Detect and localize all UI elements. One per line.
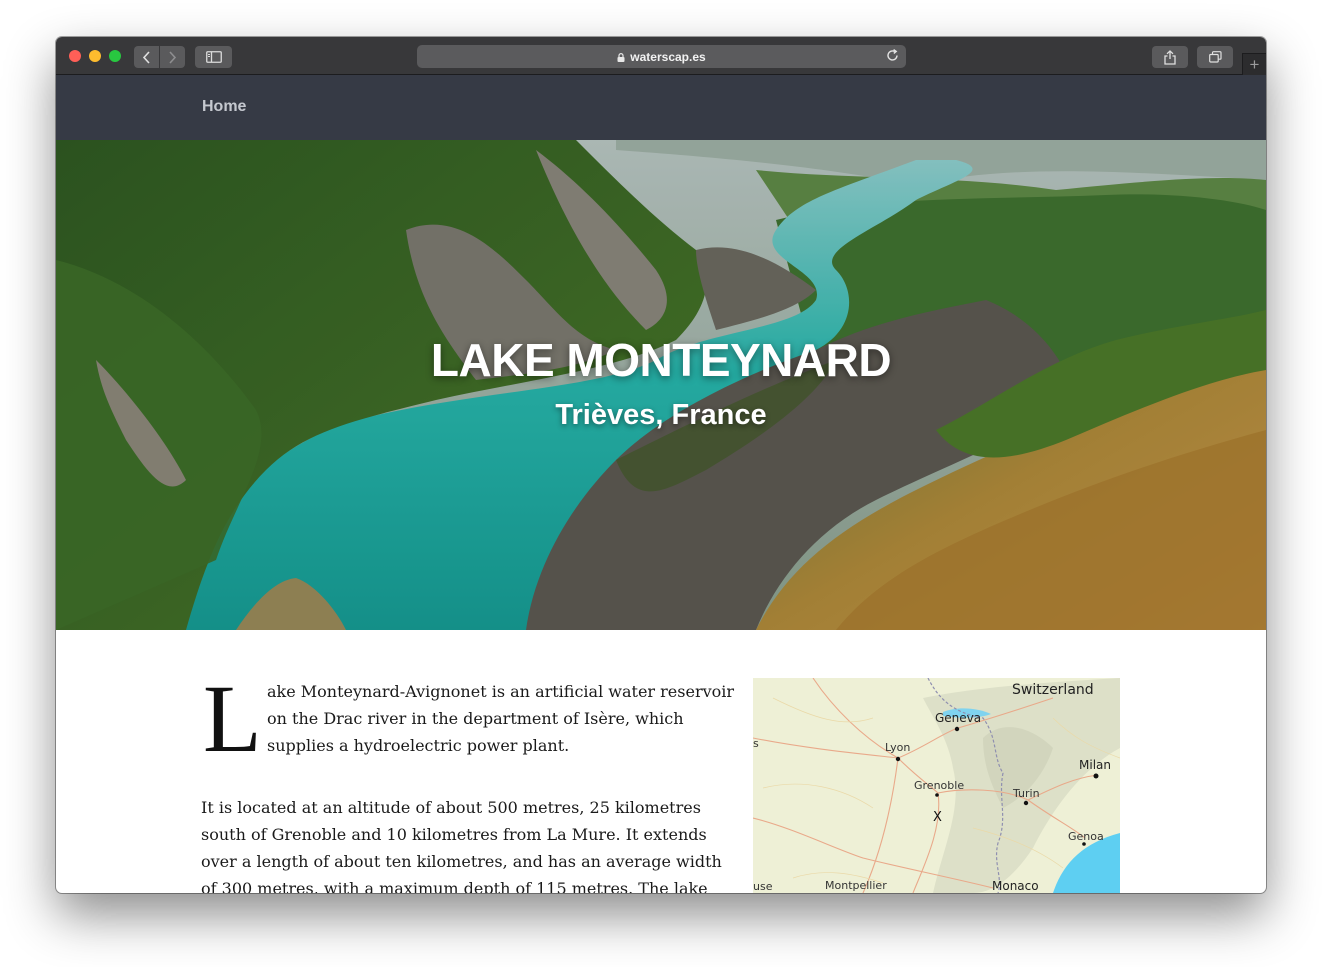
tabs-overview-icon [1208, 51, 1222, 63]
nav-home-link[interactable]: Home [202, 98, 246, 116]
browser-toolbar: waterscap.es + [56, 37, 1266, 75]
address-bar[interactable]: waterscap.es [417, 45, 906, 68]
location-map[interactable]: Switzerland Geneva Lyon Milan Grenoble T… [753, 678, 1120, 893]
hero-subtitle: Trièves, France [555, 399, 767, 431]
tab-overview-button[interactable] [1197, 46, 1233, 68]
browser-window: waterscap.es + Home LAKE MONTEYNARD Triè… [56, 37, 1266, 893]
map-label-geneva: Geneva [935, 711, 982, 725]
zoom-window-button[interactable] [109, 50, 121, 62]
sidebar-toggle-button[interactable] [195, 46, 232, 68]
intro-paragraph-text: ake Monteynard-Avignonet is an artificia… [267, 682, 735, 755]
map-label-turin: Turin [1013, 787, 1040, 800]
map-label-monaco: Monaco [992, 879, 1039, 893]
map-label-switzerland: Switzerland [1012, 682, 1094, 698]
map-label-grenoble: Grenoble [914, 779, 965, 792]
plus-icon: + [1249, 54, 1260, 74]
url-text: waterscap.es [630, 49, 706, 64]
map-label-edge-bottom: use [753, 880, 773, 893]
site-navbar: Home [56, 75, 1266, 140]
map-label-milan: Milan [1079, 758, 1111, 772]
reload-icon[interactable] [885, 48, 900, 63]
map-label-edge-top: s [753, 737, 759, 750]
forward-button[interactable] [160, 46, 185, 68]
back-button[interactable] [134, 46, 159, 68]
close-window-button[interactable] [69, 50, 81, 62]
chevron-right-icon [169, 50, 177, 64]
lake-location-marker: X [933, 810, 942, 825]
map-label-genoa: Genoa [1068, 830, 1104, 843]
article-body: L ake Monteynard-Avignonet is an artific… [201, 665, 741, 894]
new-tab-button[interactable]: + [1242, 53, 1266, 75]
map-label-lyon: Lyon [885, 741, 911, 754]
minimize-window-button[interactable] [89, 50, 101, 62]
drop-cap: L [203, 665, 262, 772]
hero-title: LAKE MONTEYNARD [430, 334, 892, 386]
hero-banner: LAKE MONTEYNARD Trièves, France [56, 140, 1266, 630]
share-icon [1164, 49, 1176, 65]
chevron-left-icon [142, 50, 150, 64]
sidebar-icon [205, 51, 222, 63]
map-label-montpellier: Montpellier [825, 879, 887, 892]
share-button[interactable] [1152, 46, 1188, 68]
intro-paragraph: L ake Monteynard-Avignonet is an artific… [201, 665, 741, 788]
lock-icon [617, 53, 625, 62]
location-paragraph: It is located at an altitude of about 50… [201, 798, 722, 893]
